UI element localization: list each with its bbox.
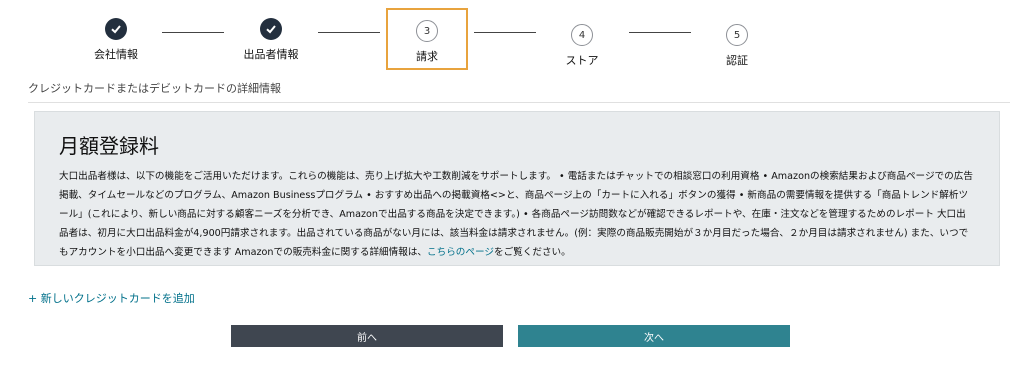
step-number: 4: [571, 24, 593, 46]
step-label: 会社情報: [94, 48, 138, 61]
panel-body-suffix: をご覧ください。: [493, 247, 571, 258]
step-company-info[interactable]: 会社情報: [61, 18, 171, 62]
step-label: ストア: [565, 54, 599, 67]
step-connector: [318, 32, 380, 33]
step-label: 出品者情報: [243, 48, 299, 61]
previous-button[interactable]: 前へ: [231, 325, 503, 347]
step-number: 5: [726, 24, 748, 46]
next-button[interactable]: 次へ: [518, 325, 790, 347]
checkmark-icon: [260, 18, 282, 40]
panel-body: 大口出品者様は、以下の機能をご活用いただけます。これらの機能は、売り上げ拡大や工…: [59, 167, 975, 262]
checkmark-icon: [105, 18, 127, 40]
step-label: 請求: [416, 50, 438, 63]
step-verification[interactable]: 5 認証: [682, 24, 792, 68]
step-number: 3: [416, 20, 438, 42]
panel-body-text: 大口出品者様は、以下の機能をご活用いただけます。これらの機能は、売り上げ拡大や工…: [59, 171, 973, 258]
progress-stepper: 会社情報 出品者情報 3 請求 4 ストア 5 認証: [0, 0, 1024, 72]
fees-details-link[interactable]: こちらのページ: [427, 247, 494, 258]
add-credit-card-link[interactable]: + 新しいクレジットカードを追加: [28, 290, 195, 306]
step-store[interactable]: 4 ストア: [527, 24, 637, 68]
step-connector: [162, 32, 224, 33]
step-seller-info[interactable]: 出品者情報: [216, 18, 326, 62]
section-subtitle: クレジットカードまたはデビットカードの詳細情報: [28, 82, 281, 95]
panel-title: 月額登録料: [59, 134, 159, 158]
divider: [28, 102, 1010, 103]
step-billing[interactable]: 3 請求: [386, 8, 468, 70]
fee-info-panel: 月額登録料 大口出品者様は、以下の機能をご活用いただけます。これらの機能は、売り…: [34, 111, 1000, 266]
step-label: 認証: [726, 54, 748, 67]
